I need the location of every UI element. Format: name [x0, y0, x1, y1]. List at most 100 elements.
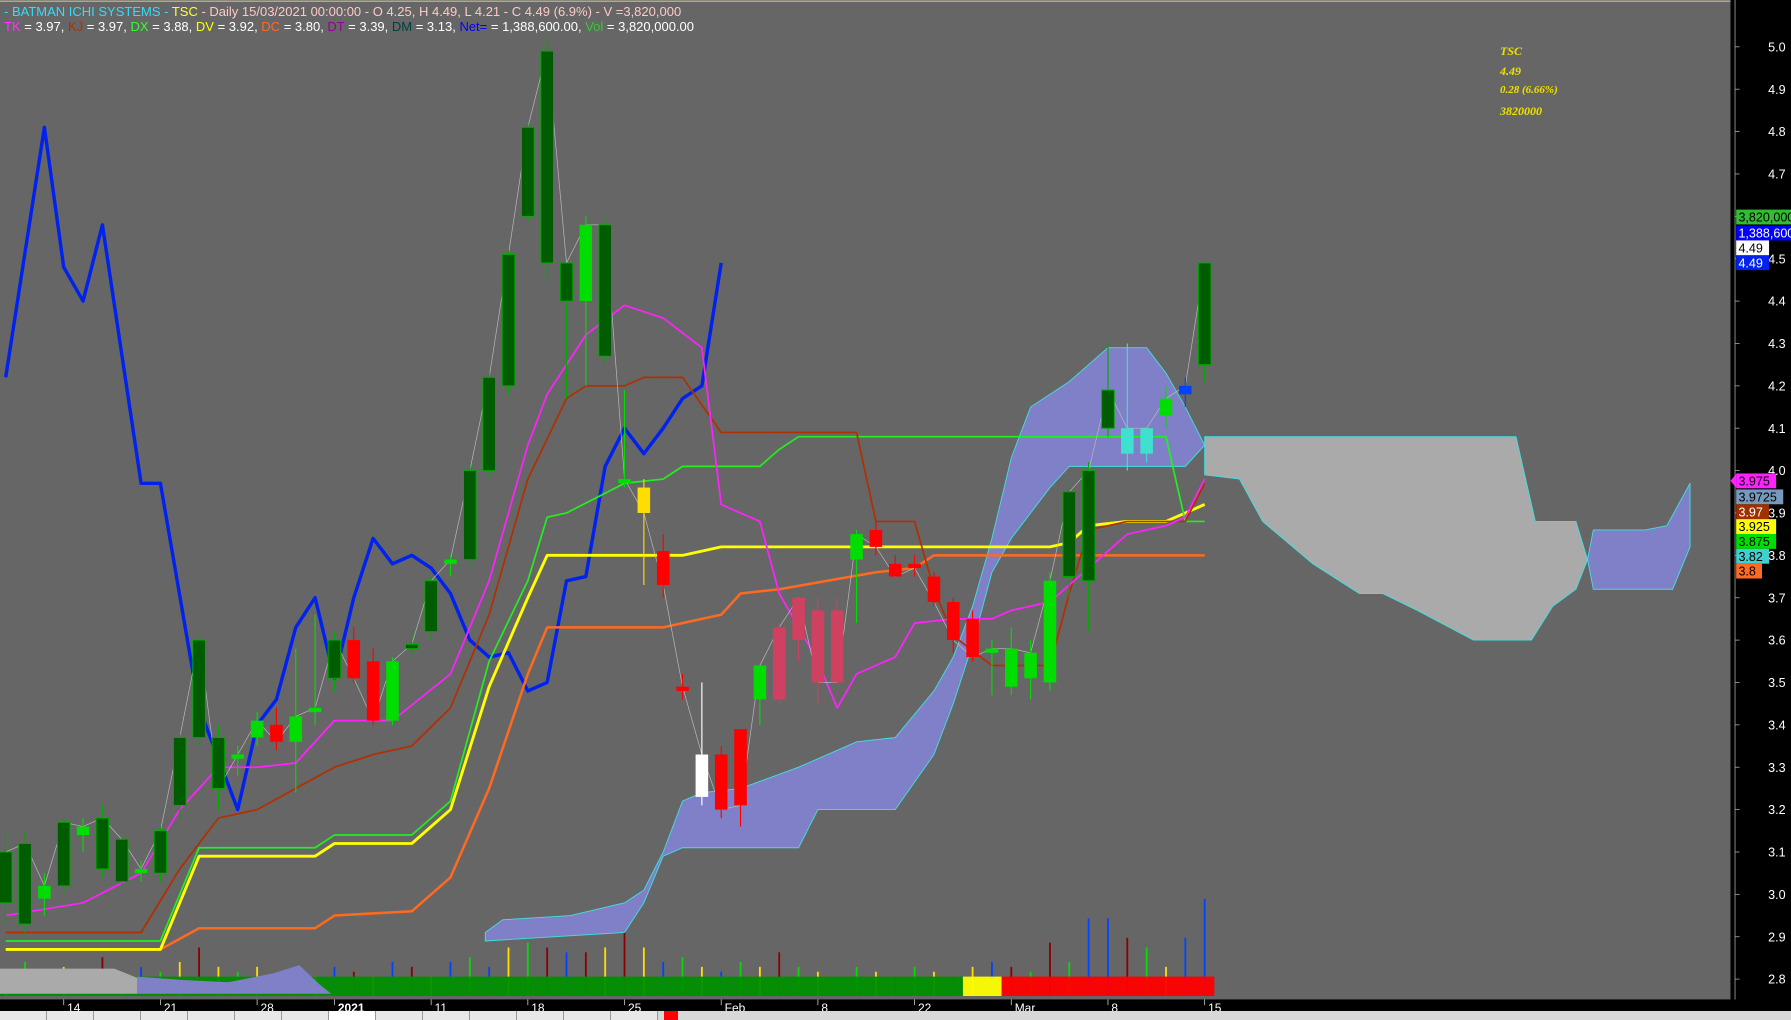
header-segment: DT	[327, 19, 345, 34]
chart-title-line: - BATMAN ICHI SYSTEMS - TSC - Daily 15/0…	[4, 4, 681, 19]
candle[interactable]	[18, 830, 32, 937]
sheet-tab[interactable]	[329, 1011, 376, 1020]
axis-badge-label: 1,388,600	[1738, 227, 1791, 241]
header-segment: DX	[130, 19, 149, 34]
candle[interactable]	[173, 733, 187, 819]
note-symbol: TSC	[1500, 44, 1523, 58]
candle-body	[598, 224, 612, 357]
note-volume: 3820000	[1500, 104, 1542, 118]
price-chart[interactable]: 5.04.94.84.74.64.54.44.34.24.14.03.93.83…	[0, 0, 1791, 1020]
candle[interactable]	[772, 623, 786, 704]
candle-body	[695, 754, 709, 797]
candle-body	[38, 885, 51, 899]
candle-body	[289, 716, 303, 742]
candle[interactable]	[830, 597, 844, 683]
header-segment: KJ	[67, 19, 84, 34]
sheet-tab[interactable]	[282, 1011, 329, 1020]
sheet-tab[interactable]	[611, 1011, 658, 1020]
sheet-tab[interactable]	[141, 1011, 188, 1020]
candle-body	[231, 754, 245, 759]
candle-body	[1121, 428, 1134, 454]
axis-badge-label: 3.82	[1738, 550, 1762, 564]
candle-body	[656, 551, 670, 586]
candle-body	[211, 737, 226, 789]
price-tick-label: 5.0	[1768, 40, 1785, 54]
candle-body	[386, 661, 399, 721]
price-tick-label: 4.8	[1768, 125, 1785, 139]
header-segment: - BATMAN ICHI SYSTEMS -	[4, 4, 172, 19]
price-tick-label: 4.2	[1768, 379, 1785, 393]
sheet-tab[interactable]	[0, 1011, 47, 1020]
candle-body	[714, 754, 728, 810]
candle-body	[908, 563, 921, 569]
candle-body	[270, 724, 283, 742]
candle[interactable]	[501, 250, 516, 395]
candle[interactable]	[192, 635, 206, 747]
candle[interactable]	[463, 462, 477, 569]
axis-badge-label: 3,820,000	[1738, 211, 1791, 225]
candle[interactable]	[521, 123, 535, 225]
sheet-tab[interactable]	[376, 1011, 423, 1020]
candle-body	[76, 826, 90, 836]
candle-body	[1024, 652, 1037, 679]
header-segment: = 3.92,	[213, 19, 262, 34]
candle-body	[540, 50, 554, 264]
candle-body	[327, 639, 342, 679]
axis-badge-label: 3.875	[1738, 535, 1769, 549]
candle[interactable]	[598, 216, 612, 365]
candle[interactable]	[927, 572, 941, 607]
header-segment: = 3.13,	[412, 19, 460, 34]
header-segment: = 3.39,	[344, 19, 392, 34]
header-segment: Vol	[585, 19, 604, 34]
price-tick-label: 4.3	[1768, 337, 1785, 351]
candle-body	[1159, 398, 1173, 416]
candle-body	[173, 737, 187, 806]
chart-window: 5.04.94.84.74.64.54.44.34.24.14.03.93.83…	[0, 0, 1791, 1020]
candle-body	[424, 580, 438, 633]
candle-body	[637, 487, 651, 513]
sheet-tab[interactable]	[564, 1011, 611, 1020]
header-segment: = 3.80,	[280, 19, 328, 34]
header-segment: TSC	[171, 4, 198, 19]
candle[interactable]	[540, 38, 554, 280]
candle[interactable]	[482, 373, 496, 480]
candle-body	[753, 665, 767, 700]
candle-body	[405, 643, 419, 650]
indicator-values-line: TK = 3.97, KJ = 3.97, DX = 3.88, DV = 3.…	[4, 19, 694, 34]
candle[interactable]	[56, 818, 71, 895]
sheet-tab[interactable]	[517, 1011, 564, 1020]
candle-body	[56, 821, 71, 887]
candle-body	[1179, 385, 1192, 395]
sheet-tab[interactable]	[94, 1011, 141, 1020]
candle[interactable]	[114, 835, 129, 891]
candle-body	[1101, 389, 1115, 429]
candle-body	[1043, 580, 1057, 683]
state-band-segment	[962, 976, 1002, 997]
price-tick-label: 4.9	[1768, 83, 1785, 97]
candle[interactable]	[1197, 262, 1212, 382]
sheet-tab[interactable]	[188, 1011, 235, 1020]
candle-body	[850, 534, 863, 560]
candle[interactable]	[714, 746, 728, 819]
candle-body	[1197, 262, 1212, 366]
price-tick-label: 4.7	[1768, 168, 1785, 182]
header-segment: = 1,388,600.00,	[487, 19, 586, 34]
header-segment: - Daily 15/03/2021 00:00:00 - O 4.25, H …	[197, 4, 682, 19]
candle-body	[95, 817, 110, 870]
candle[interactable]	[386, 657, 399, 725]
sheet-tab[interactable]	[470, 1011, 517, 1020]
candle-body	[946, 601, 960, 641]
candle-body	[153, 830, 168, 874]
sheet-tab[interactable]	[423, 1011, 470, 1020]
price-tick-label: 2.9	[1768, 930, 1785, 944]
candle[interactable]	[424, 576, 438, 641]
axis-badge-label: 3.9725	[1738, 490, 1776, 504]
sheet-tab[interactable]	[235, 1011, 282, 1020]
sheet-tab[interactable]	[47, 1011, 94, 1020]
candle[interactable]	[153, 826, 168, 882]
price-tick-label: 3.5	[1768, 676, 1785, 690]
candle-body	[559, 262, 574, 302]
price-tick-label: 3.9	[1768, 507, 1785, 521]
candle-body	[192, 639, 206, 739]
candle[interactable]	[1043, 572, 1057, 691]
